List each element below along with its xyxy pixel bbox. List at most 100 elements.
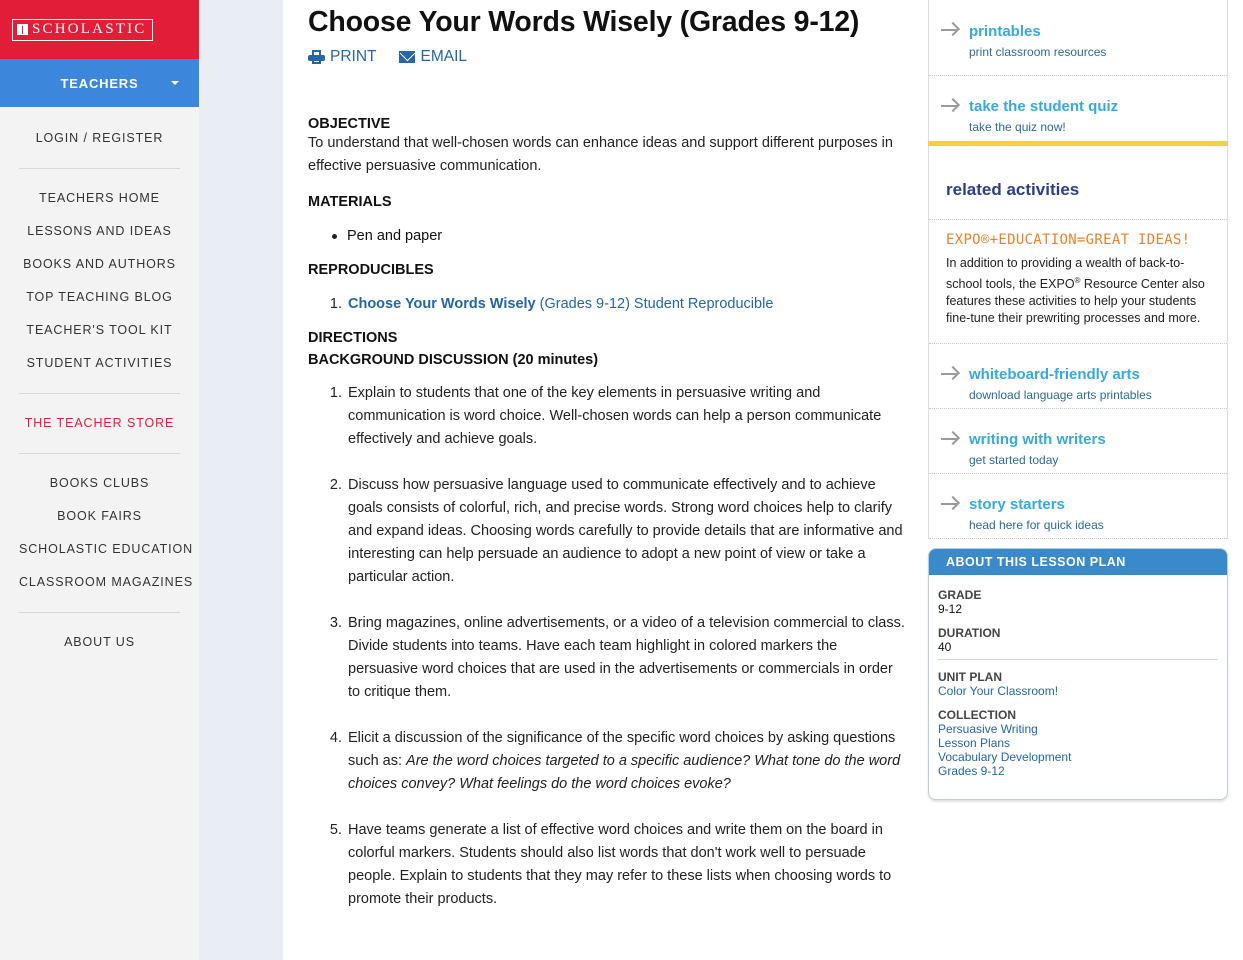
nav-top-teaching-blog[interactable]: TOP TEACHING BLOG xyxy=(19,281,180,314)
gutter xyxy=(199,0,283,960)
printer-icon xyxy=(308,50,325,64)
reproducible-link[interactable]: Choose Your Words Wisely xyxy=(348,296,536,312)
directions-heading: DIRECTIONS xyxy=(308,330,398,346)
nav-teachers-home[interactable]: TEACHERS HOME xyxy=(19,182,180,215)
nav-books-and-authors[interactable]: BOOKS AND AUTHORS xyxy=(19,248,180,281)
nav-divider xyxy=(19,612,180,613)
list-item: 1. Choose Your Words Wisely (Grades 9-12… xyxy=(308,293,908,316)
nav-divider xyxy=(19,453,180,454)
collection-link[interactable]: Lesson Plans xyxy=(938,736,1218,750)
page: SCHOLASTIC TEACHERS LOGIN / REGISTER TEA… xyxy=(0,0,1243,960)
expo-logo[interactable]: EXPO®+EDUCATION=GREAT IDEAS! xyxy=(946,232,1217,248)
arrow-right-icon xyxy=(941,495,961,511)
grade-label: GRADE xyxy=(938,588,982,602)
reproducibles-heading: REPRODUCIBLES xyxy=(308,262,434,278)
promo-writing-with-writers[interactable]: writing with writers get started today xyxy=(929,409,1227,474)
audience-label: TEACHERS xyxy=(60,75,139,91)
caret-down-icon xyxy=(171,81,179,85)
step-questions: Are the word choices targeted to a speci… xyxy=(348,753,901,792)
promo-title: story starters xyxy=(969,496,1065,513)
objective-heading: OBJECTIVE xyxy=(308,116,391,132)
promo-subtitle: print classroom resources xyxy=(969,45,1107,59)
nav-teachers-tool-kit[interactable]: TEACHER'S TOOL KIT xyxy=(19,314,180,347)
article-tools: PRINT EMAIL xyxy=(308,47,908,67)
related-box: related activities EXPO®+EDUCATION=GREAT… xyxy=(928,146,1228,539)
arrow-right-icon xyxy=(941,97,961,113)
print-button[interactable]: PRINT xyxy=(308,48,377,66)
nav-book-fairs[interactable]: BOOK FAIRS xyxy=(19,500,180,533)
list-item: 2. Discuss how persuasive language used … xyxy=(308,474,908,589)
promo-subtitle: take the quiz now! xyxy=(969,120,1066,134)
collection-link[interactable]: Vocabulary Development xyxy=(938,750,1218,764)
duration-value: 40 xyxy=(938,640,952,654)
list-item: 3. Bring magazines, online advertisement… xyxy=(308,612,908,704)
expo-text: In addition to providing a wealth of bac… xyxy=(946,256,1205,326)
nav-scholastic-education[interactable]: SCHOLASTIC EDUCATION xyxy=(19,533,192,566)
promo-title: writing with writers xyxy=(969,431,1106,448)
reproducibles-list: 1. Choose Your Words Wisely (Grades 9-12… xyxy=(308,293,908,316)
scholastic-logo[interactable]: SCHOLASTIC xyxy=(12,18,153,41)
list-item: 4. Elicit a discussion of the significan… xyxy=(308,727,908,796)
nav-teacher-store[interactable]: THE TEACHER STORE xyxy=(19,407,180,440)
promo-title: take the student quiz xyxy=(969,98,1119,115)
logo-text: SCHOLASTIC xyxy=(32,21,147,37)
nav-about-us[interactable]: ABOUT US xyxy=(19,626,180,659)
arrow-right-icon xyxy=(941,21,961,37)
collection-link[interactable]: Persuasive Writing xyxy=(938,722,1218,736)
unit-plan-link[interactable]: Color Your Classroom! xyxy=(938,684,1218,698)
promo-student-quiz[interactable]: take the student quiz take the quiz now! xyxy=(929,76,1227,141)
nav-student-activities[interactable]: STUDENT ACTIVITIES xyxy=(19,347,180,380)
materials-list: Pen and paper xyxy=(330,225,908,248)
page-title: Choose Your Words Wisely (Grades 9-12) xyxy=(308,6,860,38)
promo-title: whiteboard-friendly arts xyxy=(969,366,1140,383)
list-number: 1. xyxy=(329,385,342,401)
print-label: PRINT xyxy=(330,48,377,65)
list-number: 1. xyxy=(329,296,342,312)
right-sidebar: printables print classroom resources tak… xyxy=(928,0,1228,539)
arrow-right-icon xyxy=(941,430,961,446)
promo-title: printables xyxy=(969,23,1041,40)
step-text: Discuss how persuasive language used to … xyxy=(348,477,903,585)
objective-text: To understand that well-chosen words can… xyxy=(308,135,893,174)
background-heading: BACKGROUND DISCUSSION (20 minutes) xyxy=(308,352,599,368)
related-heading: related activities xyxy=(929,146,1227,220)
email-button[interactable]: EMAIL xyxy=(398,48,468,66)
list-item: 5. Have teams generate a list of effecti… xyxy=(308,819,908,911)
expo-promo: EXPO®+EDUCATION=GREAT IDEAS! In addition… xyxy=(929,220,1227,344)
reproducible-link-rest[interactable]: (Grades 9-12) Student Reproducible xyxy=(536,296,774,312)
divider xyxy=(938,659,1218,660)
duration-label: DURATION xyxy=(938,626,1001,640)
arrow-right-icon xyxy=(941,365,961,381)
unit-plan-label: UNIT PLAN xyxy=(938,670,1002,684)
about-heading: ABOUT THIS LESSON PLAN xyxy=(929,549,1227,575)
nav-classroom-magazines[interactable]: CLASSROOM MAGAZINES xyxy=(19,566,192,599)
book-icon xyxy=(17,24,28,35)
logo-bar: SCHOLASTIC xyxy=(0,0,199,59)
list-number: 3. xyxy=(329,615,342,631)
about-lesson-panel: ABOUT THIS LESSON PLAN GRADE 9-12 DURATI… xyxy=(928,548,1228,800)
envelope-icon xyxy=(398,51,415,63)
directions-list: 1. Explain to students that one of the k… xyxy=(308,382,908,911)
promo-printables[interactable]: printables print classroom resources xyxy=(929,0,1227,76)
email-label: EMAIL xyxy=(420,48,468,65)
step-text: Have teams generate a list of effective … xyxy=(348,822,892,907)
list-number: 2. xyxy=(329,477,342,493)
collection-label: COLLECTION xyxy=(938,708,1016,722)
collection-link[interactable]: Grades 9-12 xyxy=(938,764,1218,778)
promo-story-starters[interactable]: story starters head here for quick ideas xyxy=(929,474,1227,539)
nav-divider xyxy=(19,393,180,394)
promo-whiteboard-arts[interactable]: whiteboard-friendly arts download langua… xyxy=(929,344,1227,409)
login-register-link[interactable]: LOGIN / REGISTER xyxy=(19,122,180,155)
promo-box: printables print classroom resources tak… xyxy=(928,0,1228,141)
list-number: 4. xyxy=(329,730,342,746)
list-number: 5. xyxy=(329,822,342,838)
list-item: 1. Explain to students that one of the k… xyxy=(308,382,908,451)
audience-dropdown[interactable]: TEACHERS xyxy=(0,59,199,107)
nav-lessons-and-ideas[interactable]: LESSONS AND IDEAS xyxy=(19,215,180,248)
nav-book-clubs[interactable]: BOOKS CLUBS xyxy=(19,467,180,500)
promo-subtitle: download language arts printables xyxy=(969,388,1152,402)
step-text: Explain to students that one of the key … xyxy=(348,385,882,447)
nav-divider xyxy=(19,168,180,169)
promo-subtitle: head here for quick ideas xyxy=(969,518,1104,532)
grade-value: 9-12 xyxy=(938,602,963,616)
